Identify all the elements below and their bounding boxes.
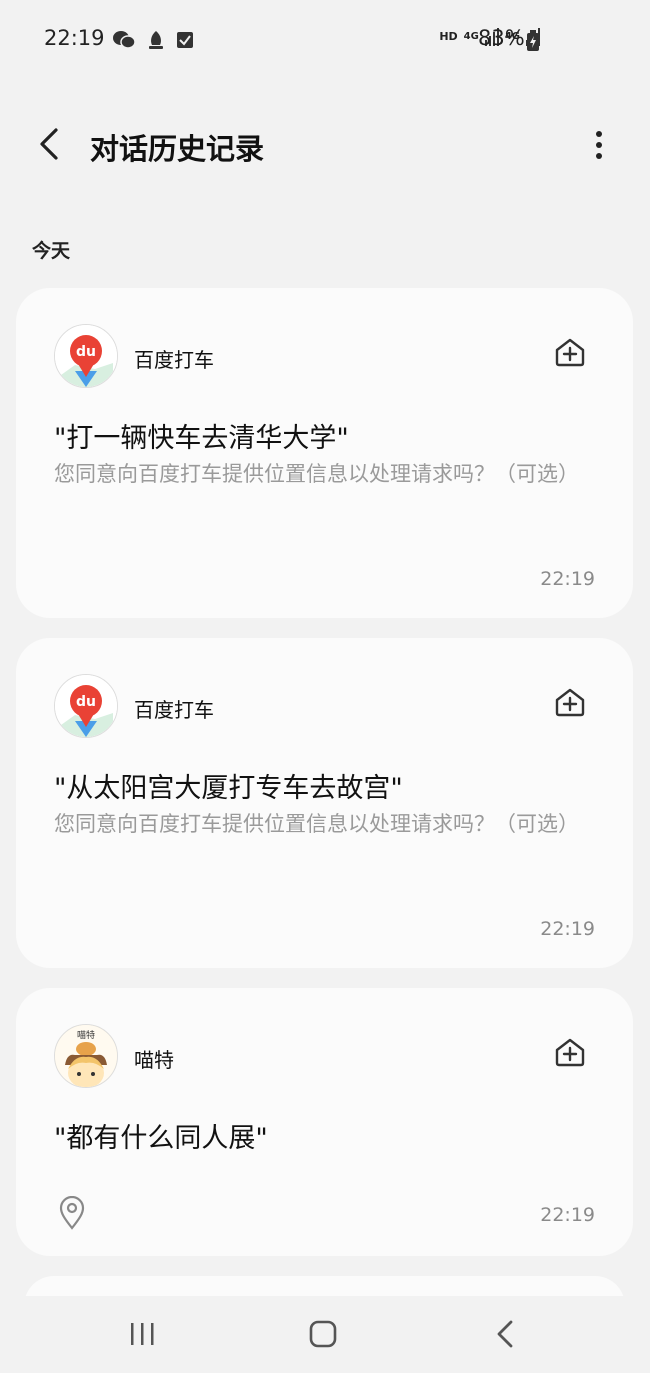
add-to-home-icon[interactable] — [554, 336, 586, 368]
location-pin-icon — [59, 1196, 85, 1230]
page-title: 对话历史记录 — [90, 132, 265, 166]
system-nav-bar — [0, 1296, 650, 1373]
card-time: 22:19 — [540, 568, 595, 590]
card-subtitle: 您同意向百度打车提供位置信息以处理请求吗？（可选） — [54, 462, 579, 486]
avatar-badge-text: du — [76, 694, 96, 710]
wechat-icon — [113, 31, 136, 49]
app-avatar-baidu: du — [54, 674, 118, 738]
card-query-text: "打一辆快车去清华大学" — [54, 423, 349, 454]
card-app-name: 百度打车 — [134, 348, 214, 372]
battery-charging-icon — [527, 30, 539, 51]
avatar-badge-text: 喵特 — [77, 1029, 95, 1041]
recent-apps-icon[interactable] — [122, 1316, 162, 1352]
checkbox-icon — [177, 32, 193, 48]
card-query-text: "都有什么同人展" — [54, 1123, 268, 1154]
history-card[interactable]: du 百度打车 "从太阳宫大厦打专车去故宫" 您同意向百度打车提供位置信息以处理… — [16, 638, 633, 968]
card-query-text: "从太阳宫大厦打专车去故宫" — [54, 773, 403, 804]
card-time: 22:19 — [540, 1204, 595, 1226]
back-arrow-icon[interactable] — [30, 122, 70, 166]
back-icon[interactable] — [486, 1316, 526, 1352]
history-card[interactable]: 喵特 喵特 "都有什么同人展" 22:19 — [16, 988, 633, 1256]
status-bar: 22:19 HD 4G 4G 83% — [0, 0, 650, 82]
history-card[interactable]: du 百度打车 "打一辆快车去清华大学" 您同意向百度打车提供位置信息以处理请求… — [16, 288, 633, 618]
avatar-badge-text: du — [76, 344, 96, 360]
card-time: 22:19 — [540, 918, 595, 940]
home-icon[interactable] — [303, 1316, 343, 1352]
card-subtitle: 您同意向百度打车提供位置信息以处理请求吗？（可选） — [54, 812, 579, 836]
baidu-map-logo-icon: du — [55, 325, 117, 387]
card-app-name: 喵特 — [134, 1048, 174, 1072]
add-to-home-icon[interactable] — [554, 1036, 586, 1068]
network-4g-label: 4G — [463, 30, 479, 42]
battery-percent: 83% — [478, 26, 525, 50]
hd-label: HD — [439, 29, 458, 43]
more-options-icon[interactable] — [584, 126, 614, 166]
card-app-name: 百度打车 — [134, 698, 214, 722]
baidu-map-logo-icon: du — [55, 675, 117, 737]
miaote-mascot-icon: 喵特 — [55, 1025, 117, 1087]
app-avatar-baidu: du — [54, 324, 118, 388]
section-label-today: 今天 — [32, 240, 71, 262]
add-to-home-icon[interactable] — [554, 686, 586, 718]
status-time: 22:19 — [44, 26, 105, 50]
app-avatar-miaote: 喵特 — [54, 1024, 118, 1088]
app-bar: 对话历史记录 — [0, 100, 650, 192]
app-icon — [149, 31, 163, 49]
